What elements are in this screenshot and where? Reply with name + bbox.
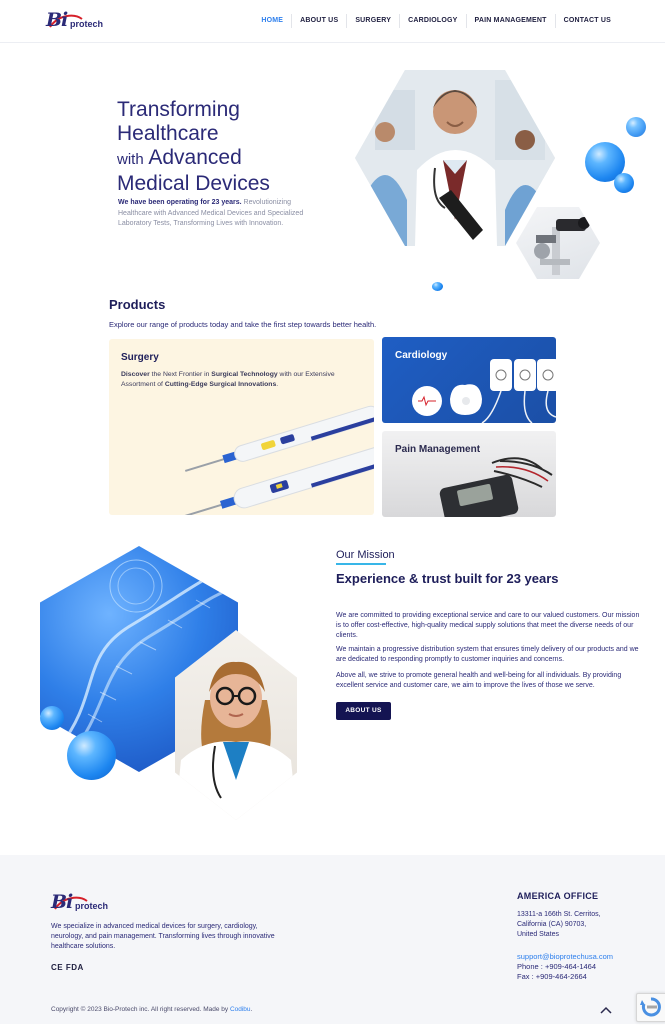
mission-bubble-small [40,706,64,730]
hero-title-line-2: Healthcare [117,122,219,145]
phone-number: Phone : +909-464-1464 [517,962,597,971]
logo[interactable]: Bi protech [46,9,106,33]
mission-bubble-large [67,731,116,780]
product-card-cardiology[interactable]: Cardiology [382,337,556,423]
fax-number: Fax : +909-464-2664 [517,972,587,981]
address-line-3: United States [517,931,560,938]
copyright-text: Copyright © 2023 Bio-Protech inc. All ri… [51,1006,229,1013]
recaptcha-icon [640,997,661,1017]
certification-marks: CE FDA [51,963,84,972]
chevron-up-icon[interactable] [599,1004,613,1016]
footer-logo[interactable]: Bi protech [51,891,111,915]
mission-heading: Experience & trust built for 23 years [336,571,559,586]
products-subtitle: Explore our range of products today and … [109,320,377,329]
product-card-pain-management[interactable]: Pain Management [382,431,556,517]
hero-title: Transforming Healthcare with Advanced Me… [117,98,317,196]
mission-paragraph-1: We are committed to providing exceptiona… [336,612,640,639]
nav-surgery[interactable]: SURGERY [347,14,401,28]
hero-title-advanced: Advanced [148,146,242,169]
footer-description: We specialize in advanced medical device… [51,923,275,950]
nav-about-us[interactable]: ABOUT US [292,14,348,28]
hero-title-line-3: with Advanced [117,146,317,172]
main-nav: HOME ABOUT US SURGERY CARDIOLOGY PAIN MA… [253,14,619,28]
about-us-button[interactable]: ABOUT US [336,702,391,720]
hero-title-line-4: Medical Devices [117,172,270,195]
site-header: Bi protech HOME ABOUT US SURGERY CARDIOL… [0,0,665,43]
hero-doctor-image [355,70,555,246]
hero-title-with: with [117,151,144,168]
products-title: Products [109,297,166,312]
copyright: Copyright © 2023 Bio-Protech inc. All ri… [51,1006,252,1013]
tens-unit-illustration [439,457,553,517]
nav-home[interactable]: HOME [253,14,293,28]
hero-title-line-1: Transforming [117,98,240,121]
support-email-link[interactable]: support@bioprotechusa.com [517,952,613,961]
codibu-link[interactable]: Codibu [230,1006,251,1013]
nav-cardiology[interactable]: CARDIOLOGY [400,14,467,28]
mission-label: Our Mission [336,549,395,561]
mission-label-underline [336,563,386,565]
logo-word: protech [70,19,104,29]
footer-logo-initials: Bi [51,891,73,913]
nav-contact-us[interactable]: CONTACT US [556,14,619,28]
surgical-pencils-illustration [176,405,374,515]
address-line-2: California (CA) 90703, [517,921,587,928]
hero-description-highlight: We have been operating for 23 years. [118,199,242,206]
doctor-illustration [355,70,555,246]
hero-description: We have been operating for 23 years. Rev… [118,198,318,230]
recaptcha-badge[interactable] [636,993,665,1022]
nav-pain-management[interactable]: PAIN MANAGEMENT [467,14,556,28]
ecg-electrodes-illustration [412,359,556,423]
decor-bubble-medium [614,173,634,193]
microscope-illustration [534,217,590,275]
office-title: AMERICA OFFICE [517,891,599,901]
product-card-surgery[interactable]: Surgery Discover the Next Frontier in Su… [109,339,374,515]
address-line-1: 13311-a 166th St. Cerritos, [517,911,601,918]
hero-microscope-image [516,207,600,279]
decor-bubble-tiny [432,282,443,291]
decor-bubble-small [626,117,646,137]
office-address: 13311-a 166th St. Cerritos, California (… [517,910,637,940]
footer-logo-word: protech [75,901,109,911]
mission-paragraph-2: We maintain a progressive distribution s… [336,646,639,663]
mission-paragraph-3: Above all, we strive to promote general … [336,672,622,689]
copyright-end: . [250,1006,253,1013]
logo-initials: Bi [46,9,68,31]
